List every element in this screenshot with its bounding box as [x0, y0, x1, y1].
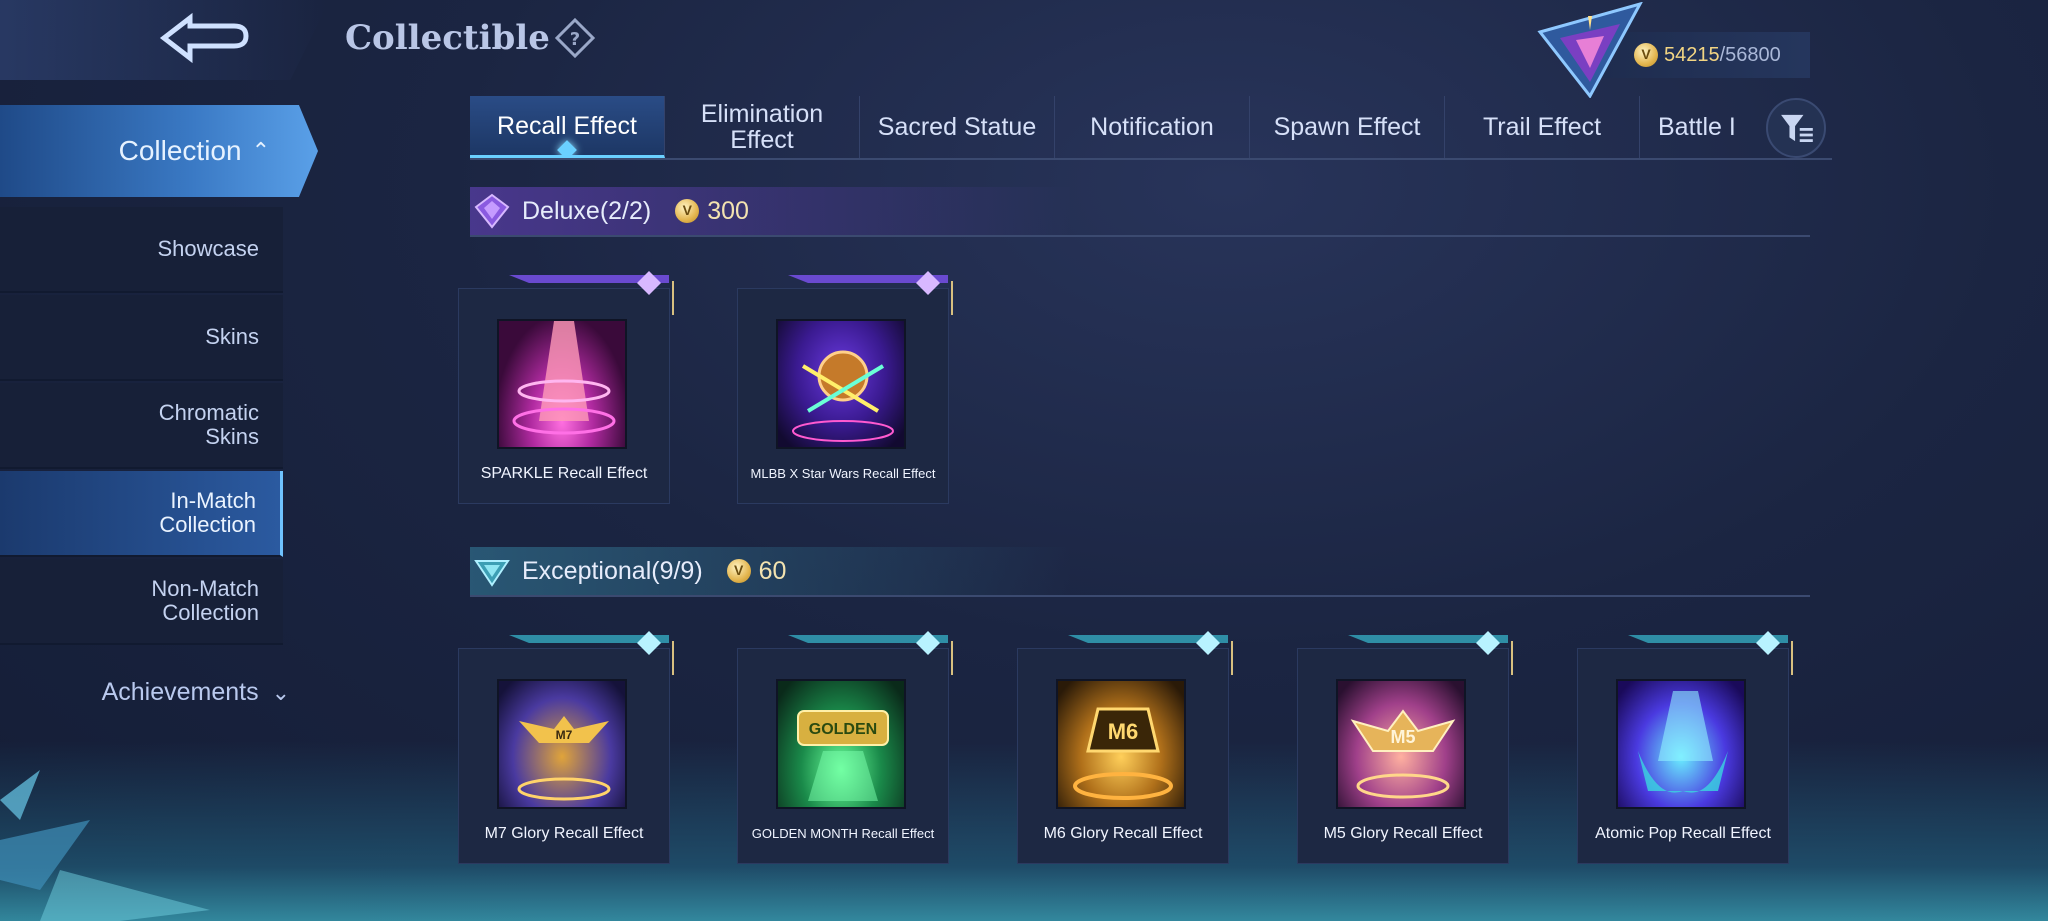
sidebar-item-skins[interactable]: Skins [0, 295, 283, 381]
tab-spawn-effect[interactable]: Spawn Effect [1250, 96, 1445, 158]
help-icon[interactable]: ? [555, 18, 595, 58]
tab-label: Notification [1090, 113, 1214, 141]
m7-glory-recall-effect-image: M7 [497, 679, 627, 809]
collectible-card[interactable]: GOLDEN GOLDEN MONTH Recall Effect [737, 631, 953, 864]
section-label: Exceptional(9/9) [522, 556, 703, 585]
svg-text:GOLDEN: GOLDEN [809, 721, 877, 738]
golden-month-recall-effect-image: GOLDEN [776, 679, 906, 809]
card-title: M5 Glory Recall Effect [1323, 825, 1483, 842]
section-label: Deluxe(2/2) [522, 196, 652, 225]
category-tabs: Recall Effect Elimination Effect Sacred … [470, 96, 1832, 160]
sidebar-item-showcase[interactable]: Showcase [0, 207, 283, 293]
exceptional-ribbon-decoration [1068, 631, 1233, 675]
tab-label: Spawn Effect [1273, 113, 1421, 141]
sidebar-collection-header[interactable]: Collection ⌃ [0, 105, 318, 197]
sidebar-item-label: Showcase [157, 236, 259, 261]
tab-sacred-statue[interactable]: Sacred Statue [860, 96, 1055, 158]
background-shard-decoration [0, 770, 210, 921]
collectible-card[interactable]: M5 M5 Glory Recall Effect [1297, 631, 1513, 864]
sidebar-item-chromatic-skins[interactable]: Chromatic Skins [0, 383, 283, 469]
star-wars-recall-effect-image [776, 319, 906, 449]
sidebar-item-label: In-Match Collection [159, 488, 256, 537]
sidebar-item-label: Non-Match Collection [151, 576, 259, 625]
tab-label: Sacred Statue [877, 113, 1037, 141]
m6-glory-recall-effect-image: M6 [1056, 679, 1186, 809]
sidebar-item-non-match-collection[interactable]: Non-Match Collection [0, 559, 283, 645]
sidebar-item-label: Skins [205, 324, 259, 349]
section-header-exceptional: Exceptional(9/9) 60 [470, 547, 1810, 597]
exceptional-ribbon-decoration [509, 631, 674, 675]
page-title: Collectible [345, 18, 550, 58]
coin-icon [726, 559, 751, 583]
tab-label: Battle I [1658, 113, 1736, 141]
sidebar-achievements[interactable]: Achievements ⌄ [0, 678, 290, 707]
golden-month-recall-effect-art: GOLDEN [797, 710, 889, 801]
section-cost-value: 300 [707, 196, 749, 225]
exceptional-gem-icon [474, 560, 510, 587]
collectible-card[interactable]: MLBB X Star Wars Recall Effect [737, 271, 953, 504]
svg-text:?: ? [570, 29, 580, 50]
tab-label: Elimination Effect [700, 100, 824, 154]
collectible-card[interactable]: M7 M7 Glory Recall Effect [458, 631, 674, 864]
tab-elimination-effect[interactable]: Elimination Effect [665, 96, 860, 158]
sparkle-recall-effect-art [512, 321, 616, 435]
tab-battle[interactable]: Battle I [1640, 96, 1760, 158]
chevron-up-icon: ⌃ [251, 138, 270, 163]
currency-current: 54215 [1664, 43, 1720, 66]
tab-notification[interactable]: Notification [1055, 96, 1250, 158]
card-title: M6 Glory Recall Effect [1043, 825, 1203, 842]
collectible-card[interactable]: SPARKLE Recall Effect [458, 271, 674, 504]
sidebar-item-label: Chromatic Skins [158, 400, 259, 449]
svg-text:M5: M5 [1390, 727, 1415, 747]
sidebar-item-in-match-collection[interactable]: In-Match Collection [0, 471, 283, 557]
chevron-down-icon: ⌄ [271, 680, 290, 705]
m7-glory-recall-effect-art: M7 [517, 716, 611, 801]
svg-text:M7: M7 [556, 728, 573, 742]
atomic-pop-recall-effect-art [1638, 691, 1728, 793]
back-button[interactable] [0, 0, 330, 80]
tab-trail-effect[interactable]: Trail Effect [1445, 96, 1640, 158]
currency-max: /56800 [1719, 43, 1781, 66]
atomic-pop-recall-effect-image [1616, 679, 1746, 809]
collectible-card[interactable]: M6 M6 Glory Recall Effect [1017, 631, 1233, 864]
back-arrow-icon [159, 12, 249, 64]
exceptional-ribbon-decoration [788, 631, 953, 675]
filter-icon[interactable] [1766, 98, 1826, 158]
m5-glory-recall-effect-image: M5 [1336, 679, 1466, 809]
deluxe-ribbon-decoration [788, 271, 953, 315]
m5-glory-recall-effect-art: M5 [1350, 709, 1456, 799]
tab-label: Trail Effect [1482, 113, 1602, 141]
collector-rank-icon[interactable] [1530, 2, 1650, 98]
sidebar-achievements-label: Achievements [101, 678, 259, 706]
card-title: M7 Glory Recall Effect [484, 825, 644, 842]
sparkle-recall-effect-image [497, 319, 627, 449]
exceptional-ribbon-decoration [1628, 631, 1793, 675]
svg-text:M6: M6 [1108, 719, 1139, 744]
star-wars-recall-effect-art [792, 350, 894, 442]
collectible-card[interactable]: Atomic Pop Recall Effect [1577, 631, 1793, 864]
tab-recall-effect[interactable]: Recall Effect [470, 96, 665, 158]
card-title: GOLDEN MONTH Recall Effect [751, 826, 935, 841]
card-title: Atomic Pop Recall Effect [1595, 825, 1771, 842]
deluxe-ribbon-decoration [509, 271, 674, 315]
section-header-deluxe: Deluxe(2/2) 300 [470, 187, 1810, 237]
sidebar-collection-label: Collection [118, 135, 242, 166]
exceptional-ribbon-decoration [1348, 631, 1513, 675]
section-cost: 60 [726, 556, 787, 586]
m6-glory-recall-effect-art: M6 [1073, 707, 1173, 800]
section-cost: 300 [675, 197, 749, 226]
card-title: SPARKLE Recall Effect [480, 465, 648, 482]
tab-label: Recall Effect [497, 111, 637, 140]
coin-icon [675, 199, 700, 223]
deluxe-gem-icon [474, 193, 510, 229]
section-cost-value: 60 [758, 556, 787, 585]
card-title: MLBB X Star Wars Recall Effect [750, 466, 936, 481]
